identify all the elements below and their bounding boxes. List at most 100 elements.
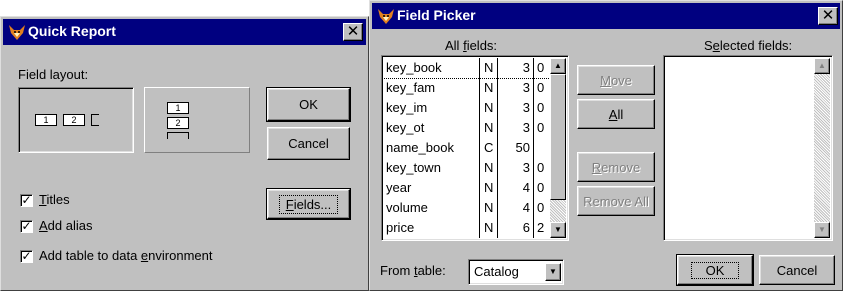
ok-button[interactable]: OK bbox=[266, 87, 351, 122]
remove-button[interactable]: Remove bbox=[577, 152, 655, 182]
field-name-cell: key_book bbox=[386, 60, 442, 75]
field-name-cell: price bbox=[386, 220, 415, 235]
list-item[interactable]: name_book C 50 bbox=[384, 138, 550, 158]
field-name-cell: key_ot bbox=[386, 120, 425, 135]
all-button[interactable]: All bbox=[577, 99, 655, 129]
layout-rows-option[interactable]: 1 2 bbox=[144, 87, 250, 153]
field-name-cell: key_fam bbox=[386, 80, 436, 95]
layout-column-box-partial bbox=[91, 114, 99, 126]
field-type-cell: N bbox=[484, 60, 494, 75]
cancel-label: Cancel bbox=[288, 136, 329, 151]
list-item[interactable]: key_ot N 3 0 bbox=[384, 118, 550, 138]
ok-button[interactable]: OK bbox=[676, 254, 754, 286]
scroll-down-icon[interactable]: ▼ bbox=[814, 222, 830, 238]
cancel-label: Cancel bbox=[776, 262, 818, 278]
selected-fields-label-mnemonic: e bbox=[712, 38, 720, 53]
all-fields-list[interactable]: key_book N 3 0 key_fam N 3 0 key_im N 3 0 key_ot N 3 0 n… bbox=[381, 55, 569, 241]
titles-checkbox[interactable]: ✓ bbox=[20, 194, 33, 207]
fields-label-rest: ields... bbox=[293, 196, 332, 212]
field-type-cell: N bbox=[484, 160, 494, 175]
layout-columns-option[interactable]: 1 2 bbox=[18, 87, 134, 153]
field-width-cell: 3 bbox=[522, 120, 530, 135]
list-item[interactable]: price N 6 2 bbox=[384, 218, 550, 238]
all-fields-rows: key_book N 3 0 key_fam N 3 0 key_im N 3 0 key_ot N 3 0 n… bbox=[384, 58, 550, 238]
scroll-thumb[interactable] bbox=[550, 74, 566, 200]
field-width-cell: 4 bbox=[522, 180, 530, 195]
add-table-label-start: Add table to data bbox=[39, 248, 141, 263]
layout-row-box-2: 2 bbox=[167, 117, 189, 129]
list-item[interactable]: key_im N 3 0 bbox=[384, 98, 550, 118]
add-table-checkbox[interactable]: ✓ bbox=[20, 250, 33, 263]
layout-row-box-partial bbox=[167, 132, 189, 139]
from-table-label-start: From bbox=[380, 263, 414, 278]
layout-column-box-1: 1 bbox=[35, 114, 57, 126]
field-name-cell: year bbox=[386, 180, 412, 195]
move-label-mnemonic: M bbox=[600, 72, 611, 88]
list-item[interactable]: volume N 4 0 bbox=[384, 198, 550, 218]
field-dec-cell: 0 bbox=[537, 160, 545, 175]
titles-label: Titles bbox=[39, 192, 70, 207]
close-icon[interactable]: ✕ bbox=[343, 23, 363, 41]
fields-button[interactable]: Fields... bbox=[266, 188, 351, 220]
cancel-button[interactable]: Cancel bbox=[759, 255, 835, 285]
field-picker-dialog: Field Picker ✕ All fields: Selected fiel… bbox=[369, 0, 843, 291]
field-dec-cell: 0 bbox=[537, 100, 545, 115]
quick-report-titlebar[interactable]: Quick Report ✕ bbox=[3, 19, 366, 45]
all-fields-label-start: All bbox=[445, 38, 464, 53]
add-table-label: Add table to data environment bbox=[39, 248, 212, 263]
field-layout-label: Field layout: bbox=[18, 67, 89, 82]
add-alias-label-mnemonic: A bbox=[39, 218, 48, 233]
list-item[interactable]: key_book N 3 0 bbox=[384, 58, 550, 79]
selected-fields-scrollbar[interactable] bbox=[814, 58, 830, 238]
scroll-up-icon[interactable]: ▲ bbox=[814, 58, 830, 74]
remove-label: Remove bbox=[592, 160, 640, 175]
field-width-cell: 50 bbox=[515, 140, 530, 155]
move-label-rest: ove bbox=[610, 72, 632, 88]
field-type-cell: N bbox=[484, 80, 494, 95]
field-dec-cell: 0 bbox=[537, 180, 545, 195]
field-width-cell: 3 bbox=[522, 160, 530, 175]
fox-icon bbox=[378, 9, 394, 24]
remove-label-mnemonic: R bbox=[591, 159, 602, 175]
from-table-label-rest: able: bbox=[417, 263, 446, 278]
field-width-cell: 3 bbox=[522, 100, 530, 115]
field-dec-cell: 0 bbox=[537, 120, 545, 135]
fields-label: Fields... bbox=[278, 194, 339, 214]
field-width-cell: 3 bbox=[522, 80, 530, 95]
scroll-down-icon[interactable]: ▼ bbox=[550, 222, 566, 238]
cancel-button[interactable]: Cancel bbox=[267, 127, 350, 160]
add-alias-checkbox[interactable]: ✓ bbox=[20, 220, 33, 233]
move-button[interactable]: Move bbox=[577, 65, 655, 95]
close-icon[interactable]: ✕ bbox=[818, 7, 838, 25]
remove-label-rest: emove bbox=[601, 159, 641, 175]
add-alias-label-rest: dd alias bbox=[47, 218, 93, 233]
field-type-cell: N bbox=[484, 200, 494, 215]
field-dec-cell: 2 bbox=[537, 220, 545, 235]
selected-fields-label: Selected fields: bbox=[704, 38, 792, 53]
add-table-label-rest: nvironment bbox=[148, 248, 213, 263]
layout-column-box-2: 2 bbox=[63, 114, 85, 126]
field-type-cell: N bbox=[484, 120, 494, 135]
field-type-cell: N bbox=[484, 220, 494, 235]
field-name-cell: key_im bbox=[386, 100, 428, 115]
field-picker-titlebar[interactable]: Field Picker ✕ bbox=[372, 3, 840, 29]
from-table-select[interactable]: Catalog ▼ bbox=[468, 259, 564, 285]
ok-label: OK bbox=[299, 97, 318, 112]
field-type-cell: N bbox=[484, 100, 494, 115]
scroll-up-icon[interactable]: ▲ bbox=[550, 58, 566, 74]
list-item[interactable]: key_fam N 3 0 bbox=[384, 78, 550, 98]
field-picker-title: Field Picker bbox=[397, 7, 476, 23]
all-label-rest: ll bbox=[617, 106, 624, 122]
remove-all-label: Remove All bbox=[583, 193, 649, 209]
field-name-cell: volume bbox=[386, 200, 428, 215]
all-fields-label: All fields: bbox=[445, 38, 497, 53]
field-width-cell: 6 bbox=[522, 220, 530, 235]
list-item[interactable]: year N 4 0 bbox=[384, 178, 550, 198]
field-dec-cell: 0 bbox=[537, 200, 545, 215]
chevron-down-icon[interactable]: ▼ bbox=[545, 263, 561, 281]
selected-fields-list[interactable]: ▲ ▼ bbox=[663, 55, 833, 241]
list-item[interactable]: key_town N 3 0 bbox=[384, 158, 550, 178]
field-width-cell: 3 bbox=[522, 60, 530, 75]
remove-all-button[interactable]: Remove All bbox=[577, 186, 655, 216]
fields-label-mnemonic: F bbox=[285, 196, 294, 212]
